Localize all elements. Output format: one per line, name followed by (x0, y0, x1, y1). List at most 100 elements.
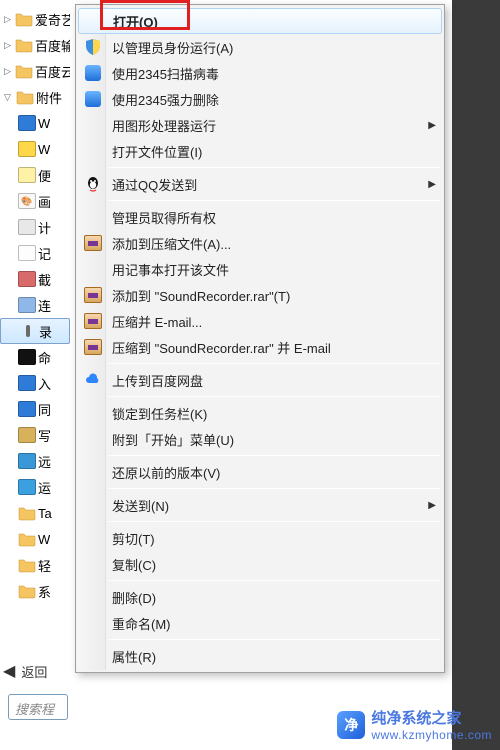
tree-item[interactable]: 写 (0, 422, 70, 448)
menu-item-label: 发送到(N) (112, 496, 169, 515)
back-row[interactable]: ◀ 返回 (3, 660, 47, 682)
menu-separator (109, 488, 440, 489)
menu-item[interactable]: 还原以前的版本(V) (78, 459, 442, 485)
menu-item[interactable]: 压缩并 E-mail... (78, 308, 442, 334)
tree-item-icon (18, 218, 36, 236)
tree-item[interactable]: 便 (0, 162, 70, 188)
menu-item[interactable]: 压缩到 "SoundRecorder.rar" 并 E-mail (78, 334, 442, 360)
menu-separator (109, 580, 440, 581)
menu-item[interactable]: 使用2345扫描病毒 (78, 60, 442, 86)
menu-item-label: 剪切(T) (112, 529, 155, 548)
tree-item[interactable]: ▷百度输 (0, 32, 70, 58)
menu-item[interactable]: 用图形处理器运行▶ (78, 112, 442, 138)
tree-item[interactable]: 远 (0, 448, 70, 474)
submenu-arrow-icon: ▶ (428, 500, 436, 511)
menu-separator (109, 639, 440, 640)
tree-item-icon (18, 478, 36, 496)
tree-item-icon (18, 114, 36, 132)
tree-item[interactable]: ▽附件 (0, 84, 70, 110)
menu-item[interactable]: 使用2345强力删除 (78, 86, 442, 112)
menu-item[interactable]: 打开文件位置(I) (78, 138, 442, 164)
tree-item-icon (18, 374, 36, 392)
winrar-icon (83, 311, 103, 331)
menu-separator (109, 363, 440, 364)
shield-icon (83, 37, 103, 57)
tree-item[interactable]: ▷ 爱奇艺 (0, 6, 70, 32)
tree-item-icon: 🎨 (18, 192, 36, 210)
watermark-brand: 纯净系统之家 (371, 707, 492, 728)
tree-item[interactable]: 连 (0, 292, 70, 318)
menu-item-label: 删除(D) (112, 588, 156, 607)
tree-item[interactable]: 记 (0, 240, 70, 266)
menu-item[interactable]: 复制(C) (78, 551, 442, 577)
menu-item-label: 添加到 "SoundRecorder.rar"(T) (112, 286, 290, 305)
tree-item-label: 截 (38, 270, 51, 289)
menu-item-label: 附到「开始」菜单(U) (112, 430, 234, 449)
tree-item[interactable]: 🎨画 (0, 188, 70, 214)
menu-item-label: 用图形处理器运行 (112, 116, 216, 135)
menu-separator (109, 455, 440, 456)
menu-item-label: 锁定到任务栏(K) (112, 404, 207, 423)
tree-item-icon (16, 88, 34, 106)
tree-item-label: W (38, 142, 50, 157)
menu-item-label: 添加到压缩文件(A)... (112, 234, 231, 253)
tree-item[interactable]: W (0, 136, 70, 162)
menu-separator (109, 396, 440, 397)
tree-item[interactable]: 录 (0, 318, 70, 344)
tree-item[interactable]: 计 (0, 214, 70, 240)
menu-item-label: 使用2345扫描病毒 (112, 64, 219, 83)
menu-item[interactable]: 管理员取得所有权 (78, 204, 442, 230)
tree-item-icon (18, 530, 36, 548)
menu-item[interactable]: 通过QQ发送到▶ (78, 171, 442, 197)
menu-item[interactable]: 删除(D) (78, 584, 442, 610)
menu-item[interactable]: 用记事本打开该文件 (78, 256, 442, 282)
menu-item[interactable]: 打开(O) (78, 8, 442, 34)
tree-item[interactable]: 轻 (0, 552, 70, 578)
tree-item-label: 便 (38, 166, 51, 185)
tree-item-label: 轻 (38, 556, 51, 575)
tree-item-label: 写 (38, 426, 51, 445)
menu-item[interactable]: 锁定到任务栏(K) (78, 400, 442, 426)
tree-item[interactable]: 截 (0, 266, 70, 292)
expander-icon: ▽ (4, 92, 14, 102)
tree-item[interactable]: 运 (0, 474, 70, 500)
tree-item-label: 远 (38, 452, 51, 471)
menu-item[interactable]: 重命名(M) (78, 610, 442, 636)
tree-item-icon (18, 504, 36, 522)
tree-item[interactable]: 系 (0, 578, 70, 604)
tree-item-label: 同 (38, 400, 51, 419)
expander-icon: ▷ (4, 14, 13, 24)
tree-item[interactable]: W (0, 110, 70, 136)
menu-item-label: 用记事本打开该文件 (112, 260, 229, 279)
tree-item-label: 录 (39, 322, 52, 341)
watermark-logo-icon: 净 (337, 711, 365, 739)
qq-icon (83, 174, 103, 194)
tree-item-label: 连 (38, 296, 51, 315)
search-input[interactable]: 搜索程 (8, 694, 68, 720)
tree-item[interactable]: Ta (0, 500, 70, 526)
tree-item-icon (15, 36, 33, 54)
tree-item[interactable]: 入 (0, 370, 70, 396)
menu-item[interactable]: 添加到 "SoundRecorder.rar"(T) (78, 282, 442, 308)
tree-item[interactable]: 命 (0, 344, 70, 370)
context-menu: 打开(O)以管理员身份运行(A)使用2345扫描病毒使用2345强力删除用图形处… (75, 4, 445, 673)
tree-item-label: 命 (38, 348, 51, 367)
search-placeholder: 搜索程 (15, 702, 54, 717)
menu-item[interactable]: 添加到压缩文件(A)... (78, 230, 442, 256)
tree-item-label: 运 (38, 478, 51, 497)
tree-item-label: 系 (38, 582, 51, 601)
tree-item[interactable]: W (0, 526, 70, 552)
tree-item[interactable]: 同 (0, 396, 70, 422)
menu-item-label: 压缩到 "SoundRecorder.rar" 并 E-mail (112, 338, 331, 357)
tree-item[interactable]: ▷百度云 (0, 58, 70, 84)
back-arrow-icon: ◀ (3, 661, 15, 681)
menu-item[interactable]: 属性(R) (78, 643, 442, 669)
tree-item-label: 画 (38, 192, 51, 211)
menu-item[interactable]: 上传到百度网盘 (78, 367, 442, 393)
menu-item[interactable]: 以管理员身份运行(A) (78, 34, 442, 60)
menu-item[interactable]: 附到「开始」菜单(U) (78, 426, 442, 452)
menu-item[interactable]: 剪切(T) (78, 525, 442, 551)
tree-item-icon (18, 400, 36, 418)
tree-item-label: 爱奇艺 (35, 10, 70, 29)
menu-item[interactable]: 发送到(N) ▶ (78, 492, 442, 518)
